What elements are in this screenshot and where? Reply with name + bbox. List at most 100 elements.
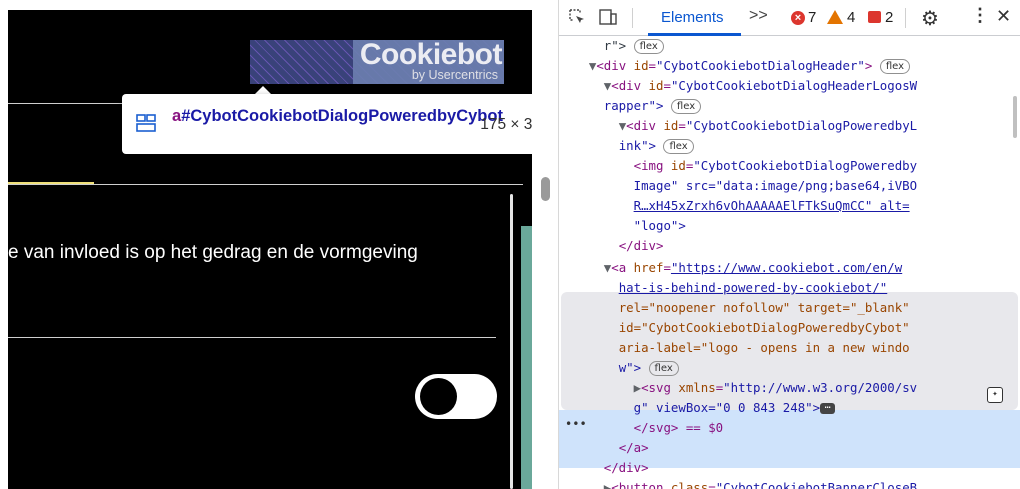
toolbar-separator — [632, 8, 633, 28]
row-text: </div> — [618, 238, 664, 253]
dialog-body-text: e van invloed is op het gedrag en de vor… — [8, 242, 418, 263]
tree-row[interactable]: ▼<a href="https://www.cookiebot.com/en/w — [559, 258, 1020, 278]
row-val: "CybotCookiebotDialogPoweredbyL — [685, 118, 918, 133]
flex-layout-icon — [136, 114, 156, 132]
toolbar-separator — [905, 8, 906, 28]
divider — [8, 103, 128, 104]
flex-badge[interactable]: flex — [670, 99, 702, 114]
inspect-tooltip: a#CybotCookiebotDialogPoweredbyCybot 175… — [122, 94, 553, 154]
row-text: </svg> == $0 — [633, 420, 724, 435]
dom-tree: ••• r"> flex ▼<div id="CybotCookiebotDia… — [559, 36, 1020, 489]
toggle-knob — [420, 378, 457, 415]
side-strip — [521, 226, 532, 489]
row-text: </div> — [603, 460, 649, 475]
dialog-scrollbar[interactable] — [510, 194, 513, 489]
kebab-menu-icon[interactable]: ⋮ — [971, 5, 989, 26]
tab-elements[interactable]: Elements — [661, 9, 724, 26]
flex-badge[interactable]: flex — [633, 39, 664, 54]
tree-row[interactable]: rapper"> flex — [559, 96, 1020, 116]
error-icon[interactable]: × — [791, 11, 805, 25]
devtools-panel: Elements >> × 7 4 2 ⚙ ⋮ ✕ ••• r"> flex ▼… — [559, 0, 1020, 489]
row-attr: xmlns — [678, 380, 716, 395]
row-attr: id — [663, 118, 679, 133]
issues-icon[interactable] — [868, 11, 881, 23]
consent-toggle[interactable] — [415, 374, 497, 419]
row-text: </a> — [618, 440, 649, 455]
panel-splitter[interactable] — [532, 0, 559, 489]
divider — [8, 184, 523, 185]
tree-row[interactable]: Image" src="data:image/png;base64,iVBO — [559, 176, 1020, 196]
row-tag: <a — [611, 260, 634, 275]
tree-row[interactable]: hat-is-behind-powered-by-cookiebot/" — [559, 278, 1020, 298]
splitter-handle[interactable] — [541, 177, 550, 201]
tree-row-selected[interactable]: ▶<svg xmlns="http://www.w3.org/2000/sv — [559, 378, 1020, 398]
row-val: "CybotCookiebotDialogHeaderLogosW — [670, 78, 918, 93]
row-text: id="CybotCookiebotDialogPoweredbyCybot" — [618, 320, 910, 335]
expand-triangle-icon[interactable]: ▶ — [634, 380, 641, 395]
tree-row[interactable]: ▼<div id="CybotCookiebotDialogHeaderLogo… — [559, 76, 1020, 96]
tree-row[interactable]: ▼<div id="CybotCookiebotDialogPoweredbyL — [559, 116, 1020, 136]
more-tabs-button[interactable]: >> — [749, 7, 768, 25]
tree-row[interactable]: </div> — [559, 236, 1020, 256]
logo-subtitle: by Usercentrics — [411, 68, 498, 82]
row-tag: <div — [626, 118, 664, 133]
row-text: g" viewBox="0 0 843 248"> — [633, 400, 821, 415]
close-icon[interactable]: ✕ — [996, 6, 1011, 27]
tooltip-selector: a#CybotCookiebotDialogPoweredbyCybot — [172, 106, 503, 126]
row-val: "CybotCookiebotBannerCloseB — [715, 480, 918, 489]
page-viewport: Cookiebot by Usercentrics e van invloed … — [8, 10, 532, 489]
row-tag: <button — [611, 480, 671, 489]
ellipsis-icon[interactable]: … — [820, 401, 836, 414]
warning-count[interactable]: 4 — [847, 9, 855, 26]
tree-row[interactable]: w"> flex — [559, 358, 1020, 378]
tree-row-selected[interactable]: </svg> == $0 — [559, 418, 1020, 438]
row-tag: <div — [596, 58, 634, 73]
tree-row[interactable]: ▶<button class="CybotCookiebotBannerClos… — [559, 478, 1020, 489]
tree-row[interactable]: ink"> flex — [559, 136, 1020, 156]
tree-row[interactable]: <img id="CybotCookiebotDialogPoweredby — [559, 156, 1020, 176]
tree-row-selected[interactable]: g" viewBox="0 0 843 248">… — [559, 398, 1020, 418]
row-attr: id — [648, 78, 664, 93]
tree-row[interactable]: id="CybotCookiebotDialogPoweredbyCybot" — [559, 318, 1020, 338]
row-text: "logo"> — [633, 218, 686, 233]
tree-row[interactable]: "logo"> — [559, 216, 1020, 236]
tree-row[interactable]: </div> — [559, 458, 1020, 478]
row-val: "http://www.w3.org/2000/sv — [723, 380, 918, 395]
flex-badge[interactable]: flex — [663, 139, 694, 154]
row-link[interactable]: "https://www.cookiebot.com/en/w — [671, 260, 902, 275]
row-link[interactable]: hat-is-behind-powered-by-cookiebot/" — [619, 280, 888, 295]
tooltip-tag-id: #CybotCookiebotDialogPoweredbyCybot — [181, 107, 503, 125]
flex-badge[interactable]: flex — [879, 59, 911, 74]
row-text: ink"> — [618, 138, 656, 153]
devtools-toolbar: Elements >> × 7 4 2 ⚙ ⋮ ✕ — [559, 0, 1020, 36]
tree-row[interactable]: </a> — [559, 438, 1020, 458]
cookiebot-logo[interactable]: Cookiebot by Usercentrics — [353, 38, 504, 84]
row-tag: <svg — [641, 380, 679, 395]
tree-row[interactable]: rel="noopener nofollow" target="_blank" — [559, 298, 1020, 318]
tree-row[interactable]: r"> flex — [559, 36, 1020, 56]
tooltip-tag-name: a — [172, 107, 182, 125]
row-val: "CybotCookiebotDialogPoweredby — [693, 158, 918, 173]
row-text: aria-label="logo - opens in a new windo — [618, 340, 910, 355]
row-text: rapper"> — [603, 98, 664, 113]
row-text: w"> — [618, 360, 642, 375]
inspect-highlight-overlay: Cookiebot by Usercentrics — [250, 38, 504, 84]
row-link[interactable]: R…xH45xZrxh6vOhAAAAAElFTkSuQmCC" alt= — [634, 198, 910, 213]
inspect-element-icon[interactable] — [569, 9, 585, 25]
gear-icon[interactable]: ⚙ — [921, 6, 939, 31]
device-toolbar-icon[interactable] — [599, 9, 617, 25]
warning-icon[interactable] — [827, 10, 843, 24]
row-end: > — [864, 58, 873, 73]
error-count[interactable]: 7 — [808, 9, 816, 26]
tree-row[interactable]: aria-label="logo - opens in a new windo — [559, 338, 1020, 358]
tree-row[interactable]: ▼<div id="CybotCookiebotDialogHeader"> f… — [559, 56, 1020, 76]
flex-badge[interactable]: flex — [648, 361, 679, 376]
row-attr: href — [633, 260, 664, 275]
devtools-scrollbar[interactable] — [1013, 96, 1017, 138]
row-attr: class — [670, 480, 709, 489]
tooltip-caret — [255, 86, 271, 94]
issues-count[interactable]: 2 — [885, 9, 893, 26]
tree-row[interactable]: R…xH45xZrxh6vOhAAAAAElFTkSuQmCC" alt= — [559, 196, 1020, 216]
row-text: Image" src="data:image/png;base64,iVBO — [633, 178, 918, 193]
logo-wordmark: Cookiebot — [359, 38, 503, 71]
